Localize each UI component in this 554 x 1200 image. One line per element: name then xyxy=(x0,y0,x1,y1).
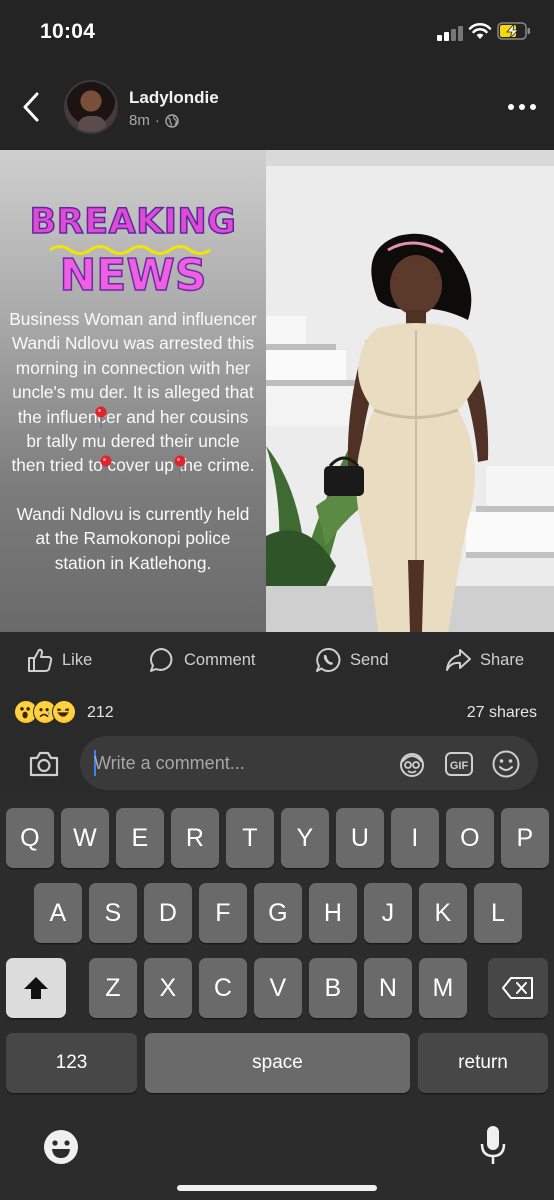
key-a[interactable]: A xyxy=(34,883,82,943)
post-actions: Like Comment Send Share xyxy=(0,632,554,688)
news-paragraph-1: Business Woman and influencer Wandi Ndlo… xyxy=(9,309,257,476)
key-w[interactable]: W xyxy=(61,808,109,868)
wifi-icon xyxy=(468,23,492,39)
key-q[interactable]: Q xyxy=(6,808,54,868)
meta-separator: · xyxy=(154,112,160,129)
key-g[interactable]: G xyxy=(254,883,302,943)
key-y[interactable]: Y xyxy=(281,808,329,868)
like-label: Like xyxy=(62,650,93,669)
key-p[interactable]: P xyxy=(501,808,549,868)
home-indicator[interactable] xyxy=(177,1185,377,1191)
space-key[interactable]: space xyxy=(145,1033,410,1093)
comment-label: Comment xyxy=(184,650,256,669)
comment-placeholder: Write a comment... xyxy=(94,753,245,773)
red-pin-icon xyxy=(95,406,107,428)
key-z[interactable]: Z xyxy=(89,958,137,1018)
news-body: Business Woman and influencer Wandi Ndlo… xyxy=(8,307,258,575)
post-image[interactable]: BREAKING NEWS Business Woman and influen… xyxy=(0,150,554,632)
cellular-signal-icon xyxy=(437,25,463,41)
thumbs-up-icon xyxy=(28,648,53,672)
headline-breaking: BREAKING xyxy=(29,201,237,243)
comment-bar: Write a comment... GIF xyxy=(0,734,554,794)
author-name[interactable]: Ladylondie xyxy=(129,88,219,108)
key-x[interactable]: X xyxy=(144,958,192,1018)
delete-key[interactable] xyxy=(488,958,548,1018)
key-k[interactable]: K xyxy=(419,883,467,943)
like-button[interactable]: Like xyxy=(26,644,92,676)
status-time: 10:04 xyxy=(40,20,96,43)
key-t[interactable]: T xyxy=(226,808,274,868)
author-avatar[interactable] xyxy=(64,80,118,134)
numbers-key[interactable]: 123 xyxy=(6,1033,137,1093)
key-s[interactable]: S xyxy=(89,883,137,943)
svg-text:GIF: GIF xyxy=(450,760,469,772)
key-f[interactable]: F xyxy=(199,883,247,943)
shift-key[interactable] xyxy=(6,958,66,1018)
key-e[interactable]: E xyxy=(116,808,164,868)
emoji-smiley-icon[interactable] xyxy=(490,748,522,780)
key-c[interactable]: C xyxy=(199,958,247,1018)
key-u[interactable]: U xyxy=(336,808,384,868)
key-b[interactable]: B xyxy=(309,958,357,1018)
key-i[interactable]: I xyxy=(391,808,439,868)
back-arrow-icon[interactable] xyxy=(18,90,46,124)
send-button[interactable]: Send xyxy=(314,644,389,676)
keyboard: 123 space return QWERTYUIOP ASDFGHJKL ZXCV… xyxy=(0,794,554,1200)
headline-news: NEWS xyxy=(59,249,208,302)
comment-input[interactable]: Write a comment... GIF xyxy=(80,736,538,790)
status-bar: 10:04 xyxy=(0,0,554,64)
share-button[interactable]: Share xyxy=(444,644,524,676)
photo-panel xyxy=(266,166,554,632)
post-header: Ladylondie 8m · xyxy=(0,64,554,150)
key-r[interactable]: R xyxy=(171,808,219,868)
news-graphic: BREAKING NEWS Business Woman and influen… xyxy=(0,150,266,632)
share-arrow-icon xyxy=(446,649,471,671)
battery-charging-icon xyxy=(497,22,530,40)
key-o[interactable]: O xyxy=(446,808,494,868)
share-count[interactable]: 27 shares xyxy=(467,704,537,722)
reaction-count[interactable]: 212 xyxy=(87,704,114,722)
post-meta: 8m · xyxy=(129,112,179,129)
emoji-keyboard-icon[interactable] xyxy=(42,1128,80,1166)
news-paragraph-2: Wandi Ndlovu is currently held at the Ra… xyxy=(16,503,250,573)
globe-icon xyxy=(165,113,179,128)
shift-arrow-icon xyxy=(24,977,48,999)
more-options-icon[interactable] xyxy=(506,100,538,114)
send-label: Send xyxy=(350,650,389,669)
return-key[interactable]: return xyxy=(418,1033,548,1093)
key-j[interactable]: J xyxy=(364,883,412,943)
key-m[interactable]: M xyxy=(419,958,467,1018)
backspace-icon xyxy=(502,977,533,999)
key-l[interactable]: L xyxy=(474,883,522,943)
camera-icon[interactable] xyxy=(28,750,60,778)
reactions-row: 212 27 shares xyxy=(0,688,554,734)
whatsapp-icon xyxy=(316,647,341,672)
post-time: 8m xyxy=(129,112,150,129)
key-d[interactable]: D xyxy=(144,883,192,943)
woman-photo xyxy=(324,233,489,632)
gif-icon[interactable]: GIF xyxy=(443,748,475,780)
key-h[interactable]: H xyxy=(309,883,357,943)
key-n[interactable]: N xyxy=(364,958,412,1018)
key-v[interactable]: V xyxy=(254,958,302,1018)
reaction-emojis[interactable] xyxy=(14,700,76,724)
microphone-icon[interactable] xyxy=(478,1124,508,1166)
red-pin-icon xyxy=(100,455,112,477)
comment-button[interactable]: Comment xyxy=(148,644,256,676)
haha-emoji-icon xyxy=(52,700,76,724)
share-label: Share xyxy=(480,650,525,669)
avatar-sticker-icon[interactable] xyxy=(396,748,428,780)
red-pin-icon xyxy=(174,455,186,477)
comment-bubble-icon xyxy=(150,648,173,672)
